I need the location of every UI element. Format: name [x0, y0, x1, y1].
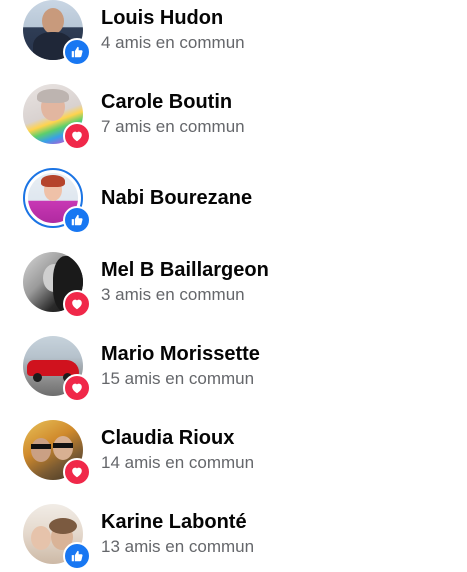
avatar-container [23, 84, 91, 150]
avatar-container [23, 252, 91, 318]
love-badge-icon [63, 290, 91, 318]
person-name[interactable]: Claudia Rioux [101, 425, 254, 451]
avatar-container [23, 336, 91, 402]
mutual-friends-count: 7 amis en commun [101, 117, 245, 136]
list-item[interactable]: Mel B Baillargeon 3 amis en commun [0, 236, 467, 320]
list-item[interactable]: Carole Boutin 7 amis en commun [0, 68, 467, 152]
love-badge-icon [63, 458, 91, 486]
list-item[interactable]: Claudia Rioux 14 amis en commun [0, 404, 467, 488]
person-name[interactable]: Carole Boutin [101, 89, 245, 115]
list-item[interactable]: Louis Hudon 4 amis en commun [0, 0, 467, 68]
list-item[interactable]: Nabi Bourezane [0, 152, 467, 236]
like-badge-icon [63, 542, 91, 570]
person-name[interactable]: Karine Labonté [101, 509, 254, 535]
person-name[interactable]: Mel B Baillargeon [101, 257, 269, 283]
avatar-container [23, 0, 91, 66]
mutual-friends-count: 4 amis en commun [101, 33, 245, 52]
mutual-friends-count: 15 amis en commun [101, 369, 255, 388]
list-item[interactable]: Mario Morissette 15 amis en commun [0, 320, 467, 404]
avatar-container [23, 420, 91, 486]
person-name[interactable]: Louis Hudon [101, 5, 245, 31]
mutual-friends-count: 3 amis en commun [101, 285, 245, 304]
love-badge-icon [63, 122, 91, 150]
mutual-friends-count: 14 amis en commun [101, 453, 255, 472]
love-badge-icon [63, 374, 91, 402]
list-item[interactable]: Karine Labonté 13 amis en commun [0, 488, 467, 572]
like-badge-icon [63, 38, 91, 66]
avatar-container [23, 168, 91, 234]
avatar-container [23, 504, 91, 570]
mutual-friends-count: 13 amis en commun [101, 537, 255, 556]
reactions-list: Louis Hudon 4 amis en commun Carole Bout… [0, 0, 467, 572]
like-badge-icon [63, 206, 91, 234]
person-name[interactable]: Nabi Bourezane [101, 185, 252, 211]
person-name[interactable]: Mario Morissette [101, 341, 260, 367]
